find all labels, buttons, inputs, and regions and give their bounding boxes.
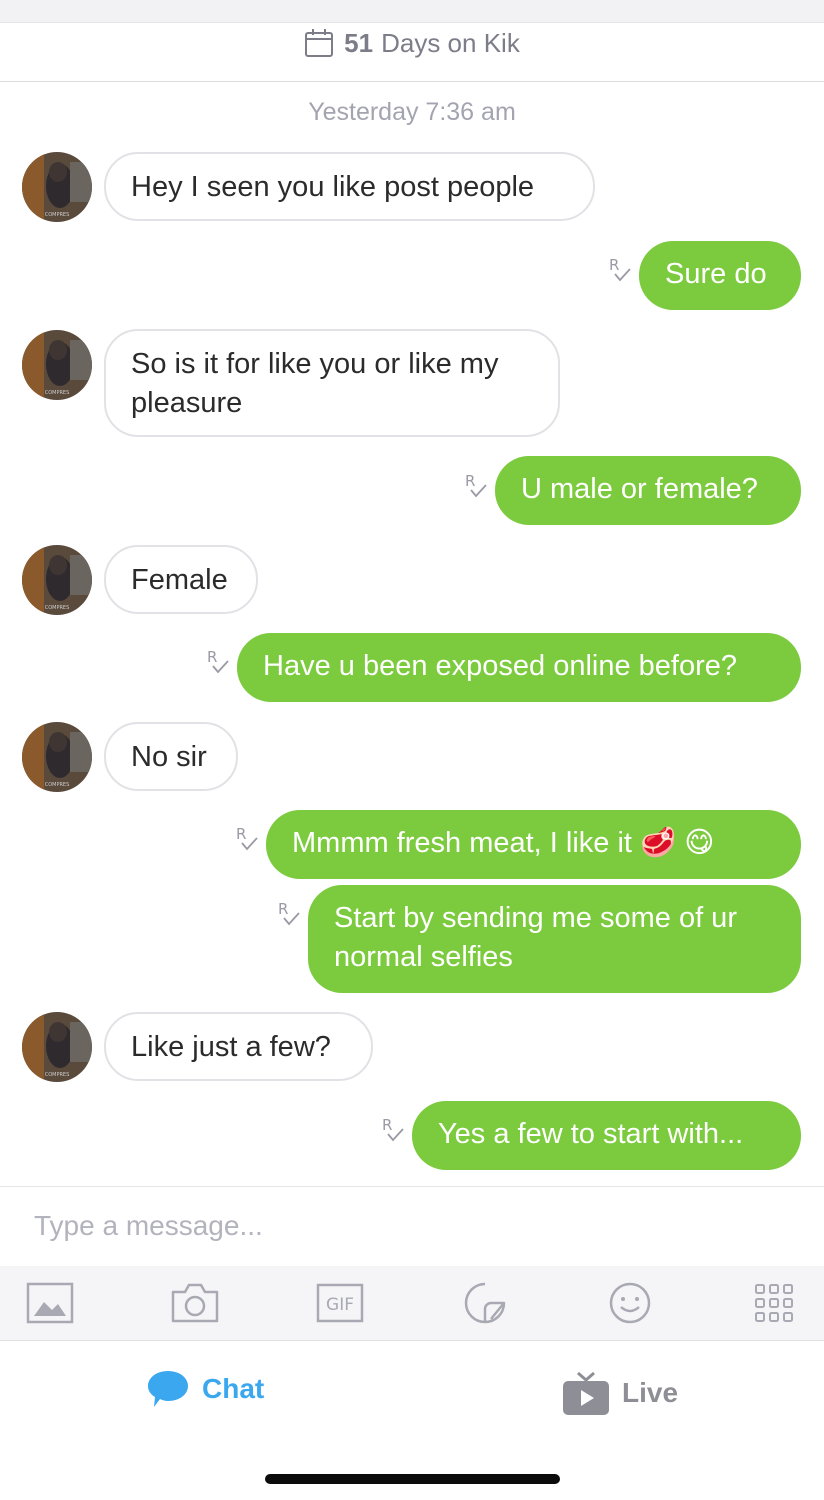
read-receipt-icon: R xyxy=(236,825,258,851)
read-receipt-icon: R xyxy=(278,900,300,926)
message-text: So is it for like you or like my pleasur… xyxy=(131,348,499,419)
days-count: 51 xyxy=(344,27,374,58)
message-text: Female xyxy=(131,564,228,596)
message-outgoing[interactable]: Sure do xyxy=(639,241,801,310)
more-apps-button[interactable] xyxy=(748,1280,800,1326)
grid-icon xyxy=(755,1284,793,1322)
gallery-button[interactable] xyxy=(24,1280,76,1326)
message-input[interactable] xyxy=(32,1205,796,1247)
message-outgoing[interactable]: Mmmm fresh meat, I like it 🥩 😋 xyxy=(266,810,801,879)
tab-live[interactable]: Live xyxy=(562,1369,678,1417)
message-text: U male or female? xyxy=(521,473,758,505)
message-outgoing[interactable]: Start by sending me some of ur normal se… xyxy=(308,885,801,993)
message-outgoing[interactable]: Have u been exposed online before? xyxy=(237,633,801,702)
message-incoming[interactable]: Like just a few? xyxy=(104,1012,373,1081)
sticker-button[interactable] xyxy=(459,1280,511,1326)
svg-text:COMPRES: COMPRES xyxy=(45,605,70,611)
status-strip xyxy=(0,0,824,23)
tab-chat-label: Chat xyxy=(202,1373,265,1404)
avatar[interactable]: COMPRES xyxy=(22,722,92,792)
svg-text:COMPRES: COMPRES xyxy=(45,212,70,218)
avatar[interactable]: COMPRES xyxy=(22,330,92,400)
message-outgoing[interactable]: Yes a few to start with... xyxy=(412,1101,801,1170)
read-receipt-icon: R xyxy=(465,472,487,498)
camera-icon xyxy=(171,1283,219,1323)
message-text: Have u been exposed online before? xyxy=(263,650,738,682)
svg-text:COMPRES: COMPRES xyxy=(45,1072,70,1078)
gif-button[interactable]: GIF xyxy=(314,1280,366,1326)
message-outgoing[interactable]: U male or female? xyxy=(495,456,801,525)
svg-text:COMPRES: COMPRES xyxy=(45,782,70,788)
message-incoming[interactable]: Hey I seen you like post people xyxy=(104,152,595,221)
svg-text:R: R xyxy=(609,256,619,274)
smiley-icon xyxy=(609,1282,651,1324)
message-incoming[interactable]: No sir xyxy=(104,722,238,791)
tab-live-label: Live xyxy=(622,1377,679,1408)
chat-bubble-icon xyxy=(148,1371,188,1407)
gif-icon: GIF xyxy=(316,1283,364,1323)
read-receipt-icon: R xyxy=(382,1116,404,1142)
svg-text:R: R xyxy=(278,900,288,918)
avatar[interactable]: COMPRES xyxy=(22,152,92,222)
message-incoming[interactable]: Female xyxy=(104,545,258,614)
timestamp: Yesterday 7:36 am xyxy=(308,98,516,126)
message-text: Mmmm fresh meat, I like it 🥩 😋 xyxy=(292,827,715,859)
message-composer xyxy=(0,1186,824,1267)
svg-text:COMPRES: COMPRES xyxy=(45,390,70,396)
live-tv-icon xyxy=(563,1371,609,1415)
svg-text:R: R xyxy=(207,648,217,666)
message-text: Like just a few? xyxy=(131,1031,331,1063)
days-label: Days on Kik xyxy=(381,27,520,58)
emoji-button[interactable] xyxy=(604,1280,656,1326)
tab-chat[interactable]: Chat xyxy=(146,1369,264,1409)
message-incoming[interactable]: So is it for like you or like my pleasur… xyxy=(104,329,560,437)
svg-text:R: R xyxy=(465,472,475,490)
days-on-kik: 51 Days on Kik xyxy=(0,25,824,61)
home-indicator[interactable] xyxy=(265,1474,560,1484)
image-icon xyxy=(26,1282,74,1324)
tab-bar: Chat Live xyxy=(0,1341,824,1500)
read-receipt-icon: R xyxy=(609,256,631,282)
svg-text:R: R xyxy=(236,825,246,843)
avatar[interactable]: COMPRES xyxy=(22,1012,92,1082)
read-receipt-icon: R xyxy=(207,648,229,674)
chat-header: 51 Days on Kik xyxy=(0,23,824,82)
message-text: No sir xyxy=(131,741,207,773)
calendar-icon xyxy=(305,29,334,57)
avatar[interactable]: COMPRES xyxy=(22,545,92,615)
message-text: Hey I seen you like post people xyxy=(131,171,535,203)
camera-button[interactable] xyxy=(169,1280,221,1326)
message-text: Sure do xyxy=(665,258,767,290)
message-text: Start by sending me some of ur normal se… xyxy=(334,902,737,973)
media-toolbar: GIF xyxy=(0,1266,824,1341)
message-text: Yes a few to start with... xyxy=(438,1118,744,1150)
sticker-icon xyxy=(464,1282,506,1324)
svg-text:GIF: GIF xyxy=(326,1295,354,1315)
svg-text:R: R xyxy=(382,1116,392,1134)
